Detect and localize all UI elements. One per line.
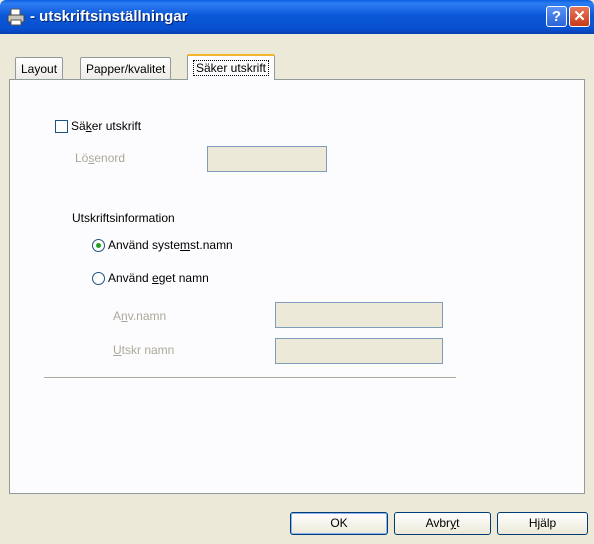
- help-button[interactable]: Hjälp: [497, 512, 588, 535]
- tab-secure-print[interactable]: Säker utskrift: [187, 54, 276, 80]
- cancel-button[interactable]: Avbryt: [394, 512, 491, 535]
- print-info-heading: Utskriftsinformation: [72, 211, 175, 225]
- tab-secure-print-label: Säker utskrift: [193, 60, 270, 76]
- password-label: Lösenord: [75, 151, 126, 165]
- window-title: - utskriftsinställningar: [30, 8, 188, 25]
- job-name-label: Utskr namn: [113, 343, 175, 357]
- use-system-name-label[interactable]: Använd systemst.namn: [108, 238, 233, 252]
- job-name-field[interactable]: [275, 338, 443, 364]
- use-own-name-radio[interactable]: [92, 272, 105, 285]
- username-label: Anv.namn: [113, 309, 167, 323]
- separator: [44, 377, 456, 379]
- username-field[interactable]: [275, 302, 443, 328]
- use-own-name-label[interactable]: Använd eget namn: [108, 271, 209, 285]
- tab-layout[interactable]: Layout: [15, 57, 64, 79]
- password-field[interactable]: [207, 146, 327, 172]
- secure-print-checkbox[interactable]: [55, 120, 68, 133]
- tab-panel: [9, 79, 585, 494]
- ok-button[interactable]: OK: [290, 512, 388, 535]
- help-title-button[interactable]: ?: [546, 6, 567, 27]
- printer-icon: [7, 8, 25, 26]
- title-bar: - utskriftsinställningar ? ✕: [0, 0, 594, 34]
- close-button[interactable]: ✕: [569, 6, 590, 27]
- secure-print-label[interactable]: Säker utskrift: [71, 119, 141, 133]
- tab-paper-quality[interactable]: Papper/kvalitet: [80, 57, 172, 79]
- use-system-name-radio[interactable]: [92, 239, 105, 252]
